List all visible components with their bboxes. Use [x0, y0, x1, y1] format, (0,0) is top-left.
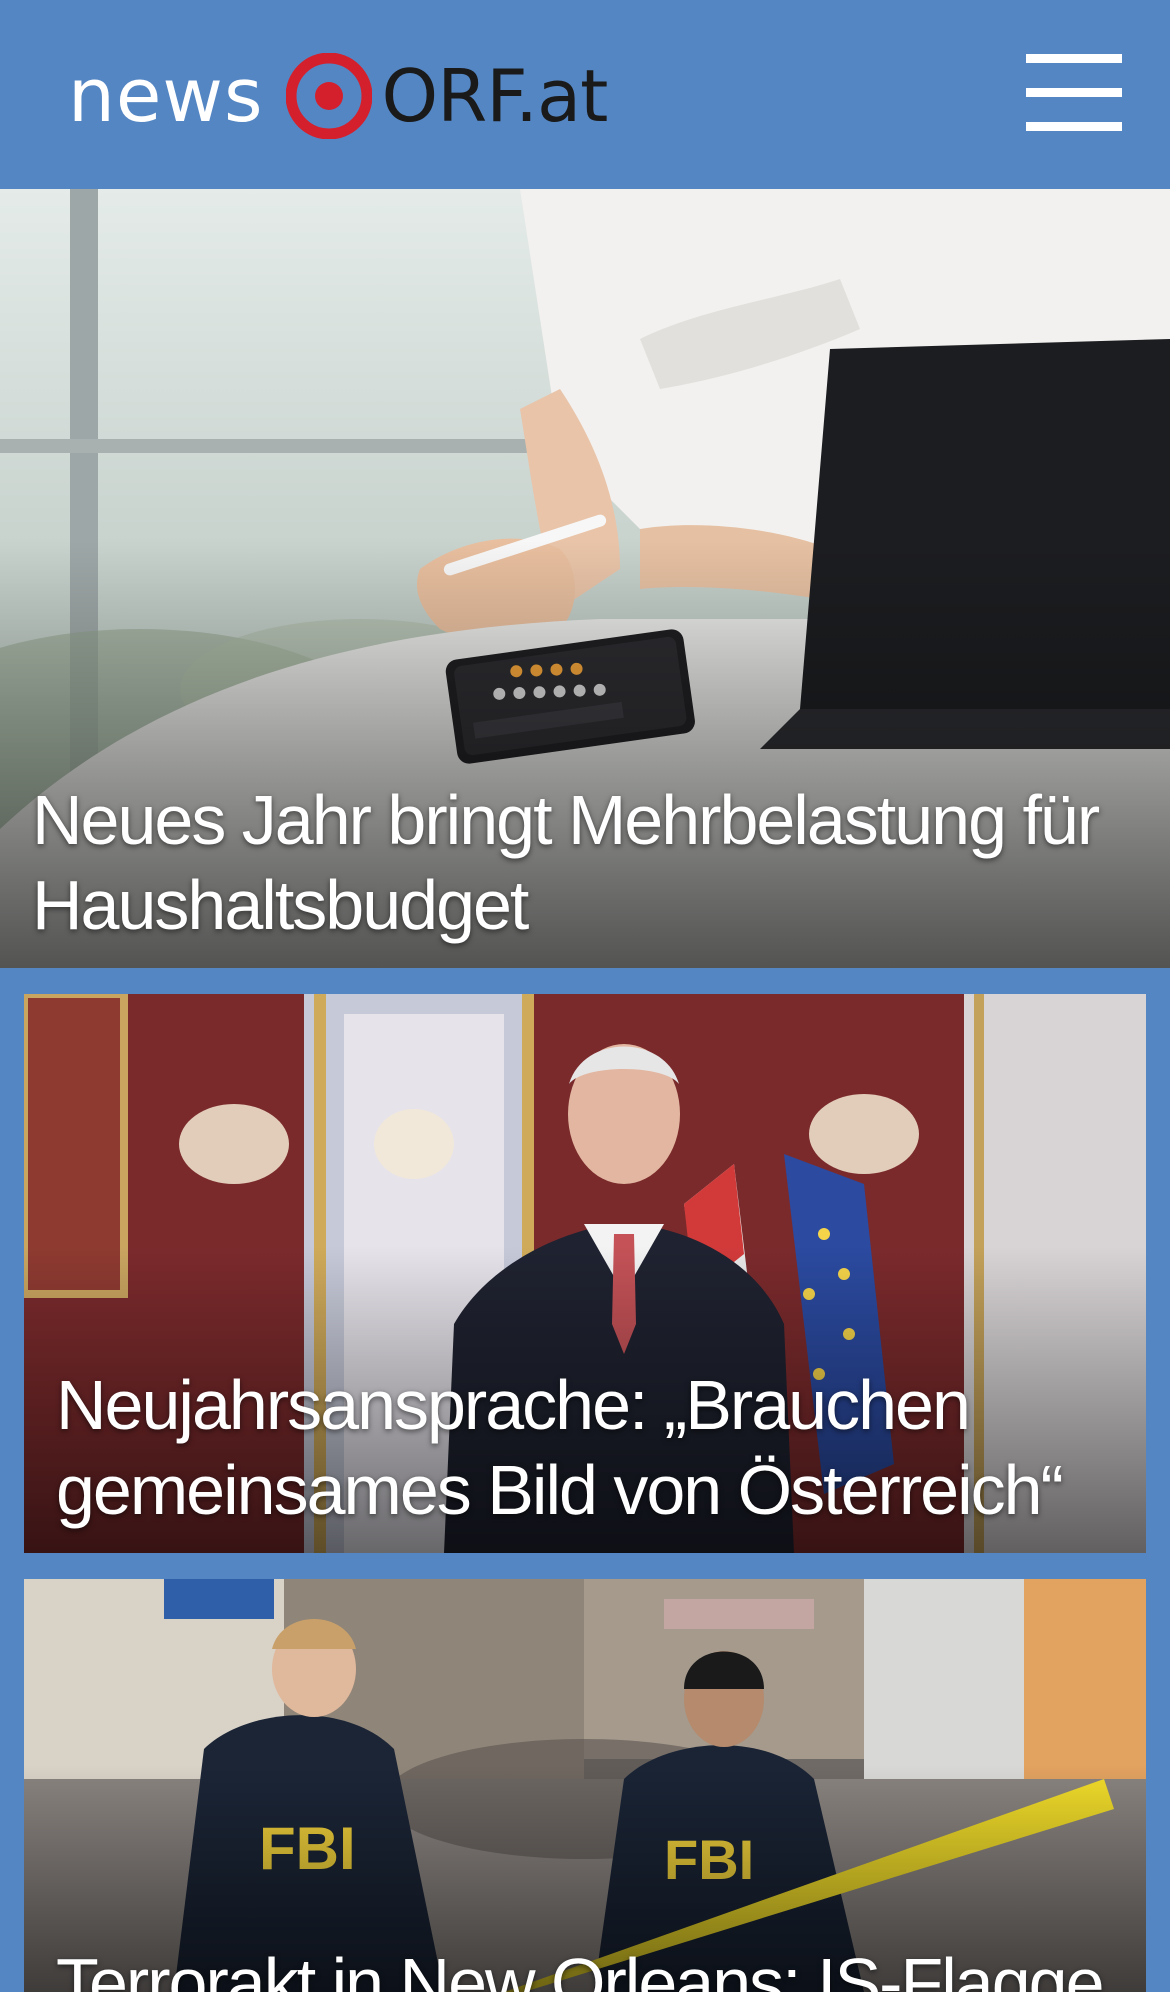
- article-headline[interactable]: Neujahrsansprache: „Brauchen gemeinsames…: [56, 1363, 1126, 1533]
- orf-logo[interactable]: news ORF.at: [68, 48, 609, 143]
- logo-orf-text: ORF.at: [381, 53, 609, 138]
- article-headline[interactable]: Terrorakt in New Orleans: IS-Flagge: [56, 1941, 1126, 1992]
- article-headline[interactable]: Neues Jahr bringt Mehrbelastung für Haus…: [32, 778, 1152, 948]
- hamburger-menu-icon[interactable]: [1024, 50, 1124, 136]
- menu-bar-top: [1026, 54, 1122, 63]
- app-header: news ORF.at: [0, 0, 1170, 189]
- article-card[interactable]: Neujahrsansprache: „Brauchen gemeinsames…: [24, 994, 1146, 1553]
- article-card-lead[interactable]: Neues Jahr bringt Mehrbelastung für Haus…: [0, 189, 1170, 968]
- logo-news-text: news: [68, 52, 264, 139]
- orf-eye-icon: [285, 52, 372, 139]
- article-card[interactable]: FBI FBI Terrorakt in New Orleans: IS-Fla…: [24, 1579, 1146, 1992]
- menu-bar-bottom: [1026, 122, 1122, 131]
- menu-bar-middle: [1026, 88, 1122, 97]
